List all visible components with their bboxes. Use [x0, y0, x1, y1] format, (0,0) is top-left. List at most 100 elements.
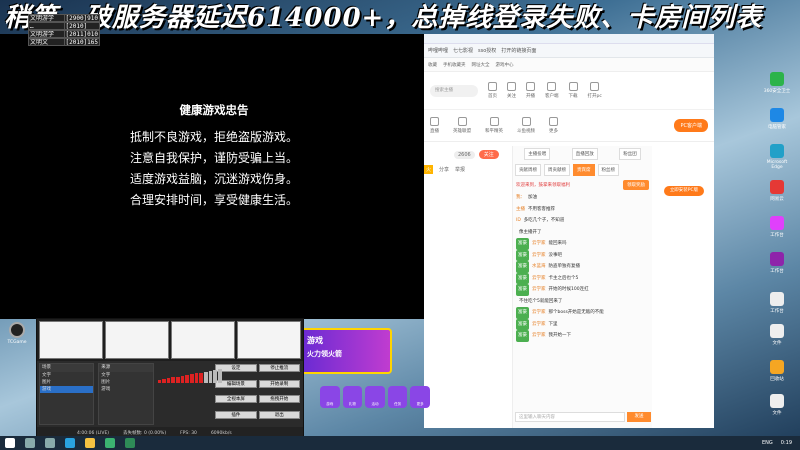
chat-username[interactable]: 云学家 [532, 319, 546, 331]
scene-item[interactable]: 文字 [40, 372, 93, 379]
app-icon[interactable] [125, 438, 135, 448]
desktop-icon[interactable]: 360安全卫士 [762, 72, 792, 94]
promo-icon[interactable]: 更多 [410, 386, 430, 408]
desktop-icon[interactable]: 工作台 [762, 252, 792, 274]
browser-tab[interactable]: 哔哩哔哩 [428, 47, 448, 54]
chat-username[interactable]: 云学家 [532, 238, 546, 250]
cat-item[interactable]: 更多 [549, 117, 558, 134]
desktop-icon[interactable]: 回收站 [762, 360, 792, 382]
desktop-icon[interactable]: 文件 [762, 324, 792, 346]
nav-follow[interactable]: 关注 [507, 82, 516, 99]
tab-feed[interactable]: 主播投喂 [524, 148, 551, 160]
share-button[interactable]: 分享 [439, 166, 449, 173]
nav-download[interactable]: 下载 [568, 82, 578, 99]
chat-username[interactable]: 水蓝海 [532, 261, 546, 273]
game-promo[interactable]: 游戏 火力领火箭 游戏 礼物 活动 任务 更多 [300, 320, 430, 426]
send-button[interactable]: 发送 [627, 412, 651, 422]
scene-item[interactable]: 图片 [40, 379, 93, 386]
tab-replay[interactable]: 直播回放 [571, 148, 598, 160]
cat-item[interactable]: 斗鱼视频 [517, 117, 535, 134]
pc-sub-button[interactable]: 立即安装PC版 [664, 186, 704, 196]
start-record-button[interactable]: 开始录制 [258, 379, 301, 388]
chat-sub-tabs: 贡献周榜 周贡献榜 贵宾席 粉丝榜 [513, 162, 652, 178]
promo-icon[interactable]: 游戏 [320, 386, 340, 408]
preview-thumb[interactable] [171, 321, 235, 359]
search-icon[interactable] [25, 438, 35, 448]
stop-stream-button[interactable]: 停止推流 [258, 364, 301, 372]
exit-button[interactable]: 退出 [258, 410, 301, 419]
desktop-icon[interactable]: 网易云 [762, 180, 792, 202]
chat-username[interactable]: 云学家 [532, 284, 546, 296]
audio-meter[interactable] [156, 361, 222, 427]
chat-username[interactable]: 云学家 [532, 330, 546, 342]
promo-icon[interactable]: 礼物 [342, 386, 363, 408]
chat-input[interactable]: 这里输入聊天内容 [515, 412, 625, 422]
subtab[interactable]: 贵宾席 [573, 164, 595, 176]
chat-username[interactable]: 主播 [516, 204, 525, 216]
browser-icon[interactable] [105, 438, 115, 448]
preview-thumb[interactable] [105, 321, 169, 359]
chat-text: 像主播开了 [519, 229, 542, 235]
source-item[interactable]: 文字 [99, 372, 152, 379]
chat-username[interactable]: 我： [516, 192, 525, 204]
promo-icon[interactable]: 任务 [387, 386, 408, 408]
nav-home[interactable]: 首页 [488, 82, 497, 99]
cat-item[interactable]: 和平精英 [485, 117, 503, 134]
health-notice-line: 适度游戏益脑，沉迷游戏伤身。 [129, 172, 298, 186]
subtab[interactable]: 贡献周榜 [515, 164, 541, 176]
subtab[interactable]: 粉丝榜 [597, 164, 619, 176]
windows-start-icon[interactable] [5, 438, 15, 448]
nav-open-pc[interactable]: 打开pc [588, 82, 602, 99]
report-button[interactable]: 举报 [455, 166, 465, 173]
taskview-icon[interactable] [45, 438, 55, 448]
subtab[interactable]: 周贡献榜 [544, 164, 570, 176]
chat-username[interactable]: 云学家 [532, 307, 546, 319]
pc-client-button[interactable]: PC客户端 [674, 119, 708, 132]
chat-text: 开始的时候100连扛 [548, 287, 589, 292]
meter-bar [171, 377, 176, 383]
nav-client[interactable]: 客户端 [545, 82, 559, 99]
bookmark[interactable]: 网址大全 [472, 62, 490, 68]
follow-button[interactable]: 关注 [478, 150, 499, 159]
clock[interactable]: 0:19 [781, 440, 792, 446]
preview-thumb[interactable] [39, 321, 103, 359]
claim-reward-button[interactable]: 领取奖励 [623, 180, 649, 190]
obs-previews [37, 319, 303, 361]
promo-banner[interactable]: 游戏 火力领火箭 [300, 328, 392, 374]
preview-thumb[interactable] [237, 321, 301, 359]
browser-tab[interactable]: sso授权 [478, 47, 496, 54]
browser-tab[interactable]: 打开的链接页面 [501, 47, 536, 54]
nav-live[interactable]: 开播 [526, 82, 535, 99]
game-window[interactable]: 健康游戏忠告 抵制不良游戏，拒绝盗版游戏。 注意自我保护，谨防受骗上当。 适度游… [0, 34, 428, 319]
scene-item[interactable]: 游戏 [40, 386, 94, 393]
plugins-button[interactable]: 插件 [215, 410, 257, 419]
chat-username[interactable]: 云学家 [532, 250, 546, 262]
drag-start-button[interactable]: 拖拽开始 [258, 395, 301, 403]
chat-username[interactable]: ID [516, 215, 521, 227]
explorer-icon[interactable] [85, 438, 95, 448]
desktop-icon[interactable]: 工作台 [762, 216, 792, 238]
source-item[interactable]: 游戏 [99, 386, 152, 393]
bookmark[interactable]: 游戏中心 [496, 62, 514, 68]
bookmark[interactable]: 手机收藏夹 [443, 62, 466, 68]
promo-icon[interactable]: 活动 [365, 386, 385, 408]
language-indicator[interactable]: ENG [762, 440, 773, 446]
desktop-icon[interactable]: 电脑管家 [762, 108, 792, 130]
desktop-icon[interactable]: 工作台 [762, 292, 792, 314]
cat-item[interactable]: 英雄联盟 [453, 117, 471, 134]
desktop-icon[interactable]: 文件 [762, 394, 792, 416]
obs-window[interactable]: 场景 文字 图片 游戏 来源 文字 图片 游戏 设定 停止推流 编辑场景 开始录… [36, 318, 304, 440]
bookmark[interactable]: 收藏 [428, 62, 437, 68]
meter-bar [157, 379, 162, 383]
chat-username[interactable]: 云学家 [532, 273, 546, 285]
browser-tab[interactable]: 七七影视 [453, 47, 473, 54]
fullscreen-button[interactable]: 全视本屏 [215, 395, 257, 403]
edge-icon[interactable] [65, 438, 75, 448]
browser-window[interactable]: 哔哩哔哩 七七影视 sso授权 打开的链接页面 收藏 手机收藏夹 网址大全 游戏… [424, 34, 714, 428]
search-input[interactable]: 搜索主播 [430, 84, 478, 97]
tab-fans[interactable]: 粉丝团 [619, 148, 641, 160]
tcgame-desktop-icon[interactable]: TCGame [2, 320, 32, 372]
cat-item[interactable]: 直播 [430, 117, 439, 134]
desktop-icon[interactable]: Microsoft Edge [762, 144, 792, 170]
source-item[interactable]: 图片 [99, 379, 152, 386]
